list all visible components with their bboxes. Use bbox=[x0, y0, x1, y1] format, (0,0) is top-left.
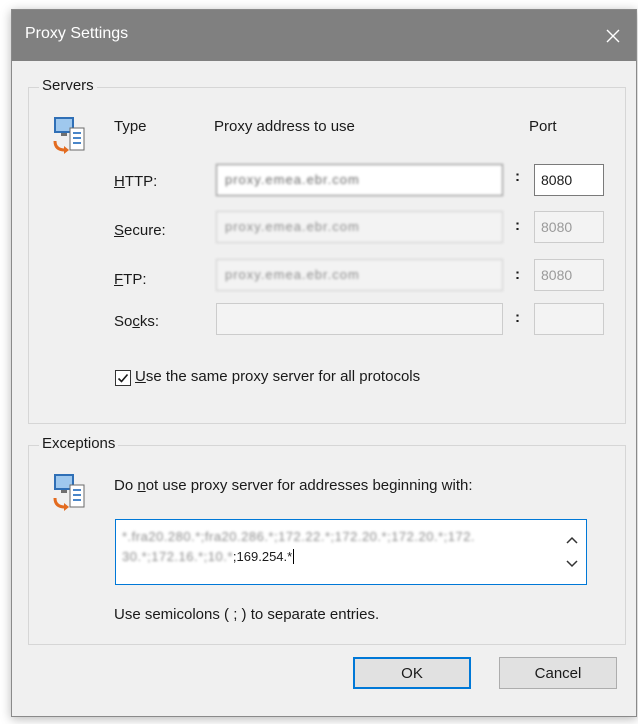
scroll-down-button[interactable] bbox=[566, 558, 578, 570]
semicolon-hint: Use semicolons ( ; ) to separate entries… bbox=[114, 606, 380, 623]
close-button[interactable] bbox=[590, 10, 636, 61]
scroll-up-button[interactable] bbox=[566, 534, 578, 546]
ok-button[interactable]: OK bbox=[353, 657, 471, 689]
http-label: HTTP: bbox=[114, 173, 158, 190]
title-bar: Proxy Settings bbox=[12, 10, 636, 61]
ftp-label: FTP: bbox=[114, 271, 147, 288]
secure-colon: : bbox=[515, 217, 520, 234]
socks-label: Socks: bbox=[114, 313, 160, 330]
secure-port-input[interactable]: 8080 bbox=[534, 211, 604, 243]
same-proxy-checkbox[interactable] bbox=[115, 370, 131, 386]
exceptions-description: Do not use proxy server for addresses be… bbox=[114, 477, 473, 494]
exceptions-line-2-blurred: 30.*;172.16.*;10.* bbox=[122, 549, 233, 564]
servers-legend: Servers bbox=[39, 77, 97, 94]
socks-port-input[interactable] bbox=[534, 303, 604, 335]
socks-address-input[interactable] bbox=[216, 303, 503, 335]
text-cursor: ​ bbox=[293, 549, 295, 564]
exceptions-group: Exceptions Do not use proxy server for a… bbox=[28, 435, 626, 645]
window-title: Proxy Settings bbox=[25, 25, 129, 42]
ftp-port-input[interactable]: 8080 bbox=[534, 259, 604, 291]
secure-address-input[interactable]: proxy.emea.ebr.com bbox=[216, 211, 503, 243]
computer-icon bbox=[53, 117, 85, 154]
proxy-settings-dialog: Proxy Settings Servers Type Proxy addres… bbox=[11, 9, 637, 717]
exceptions-legend: Exceptions bbox=[39, 435, 119, 452]
ftp-address-input[interactable]: proxy.emea.ebr.com bbox=[216, 259, 503, 291]
close-icon bbox=[606, 29, 620, 42]
servers-group: Servers Type Proxy address to use Port H… bbox=[28, 77, 626, 424]
chevron-down-icon bbox=[566, 560, 578, 568]
type-header: Type bbox=[114, 118, 147, 135]
secure-label: Secure: bbox=[114, 222, 166, 239]
chevron-up-icon bbox=[566, 536, 578, 544]
socks-colon: : bbox=[515, 309, 520, 326]
exceptions-textarea[interactable]: *.fra20.280.*;fra20.286.*;172.22.*;172.2… bbox=[115, 519, 587, 585]
port-header: Port bbox=[529, 118, 557, 135]
exceptions-text: *.fra20.280.*;fra20.286.*;172.22.*;172.2… bbox=[122, 527, 562, 567]
http-port-input[interactable]: 8080 bbox=[534, 164, 604, 196]
ftp-colon: : bbox=[515, 266, 520, 283]
exceptions-line-2-clear: ;169.254.* bbox=[232, 549, 293, 564]
cancel-button[interactable]: Cancel bbox=[499, 657, 617, 689]
computer-icon bbox=[53, 474, 85, 511]
http-address-input[interactable]: proxy.emea.ebr.com bbox=[216, 164, 503, 196]
same-proxy-label[interactable]: Use the same proxy server for all protoc… bbox=[135, 368, 420, 385]
http-colon: : bbox=[515, 168, 520, 185]
checkmark-icon bbox=[117, 373, 129, 383]
address-header: Proxy address to use bbox=[214, 118, 355, 135]
exceptions-line-1: *.fra20.280.*;fra20.286.*;172.22.*;172.2… bbox=[122, 529, 476, 544]
